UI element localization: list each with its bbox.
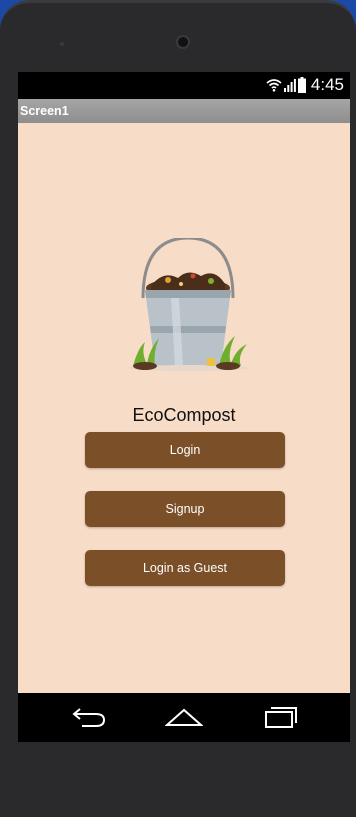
- clock: 4:45: [310, 75, 344, 94]
- signup-button[interactable]: Signup: [85, 491, 285, 527]
- back-icon[interactable]: [70, 705, 108, 729]
- recents-icon[interactable]: [262, 705, 300, 729]
- screen-title: Screen1: [18, 99, 350, 123]
- login-button[interactable]: Login: [85, 432, 285, 468]
- speaker-dot: [60, 42, 64, 46]
- status-bar: 4:45: [18, 72, 350, 99]
- front-camera: [176, 35, 190, 49]
- phone-frame: 4:45 Screen1 EcoCompost Login Signup Log…: [0, 0, 356, 817]
- signal-icon: [283, 79, 296, 92]
- app-name: EcoCompost: [132, 405, 236, 425]
- wifi-icon: [266, 79, 282, 92]
- app-screen: 4:45 Screen1 EcoCompost Login Signup Log…: [18, 72, 350, 742]
- login-as-guest-button[interactable]: Login as Guest: [85, 550, 285, 586]
- navigation-bar: [18, 693, 350, 742]
- home-icon[interactable]: [165, 705, 203, 729]
- battery-icon: [297, 77, 306, 93]
- compost-bucket-logo: [128, 238, 248, 371]
